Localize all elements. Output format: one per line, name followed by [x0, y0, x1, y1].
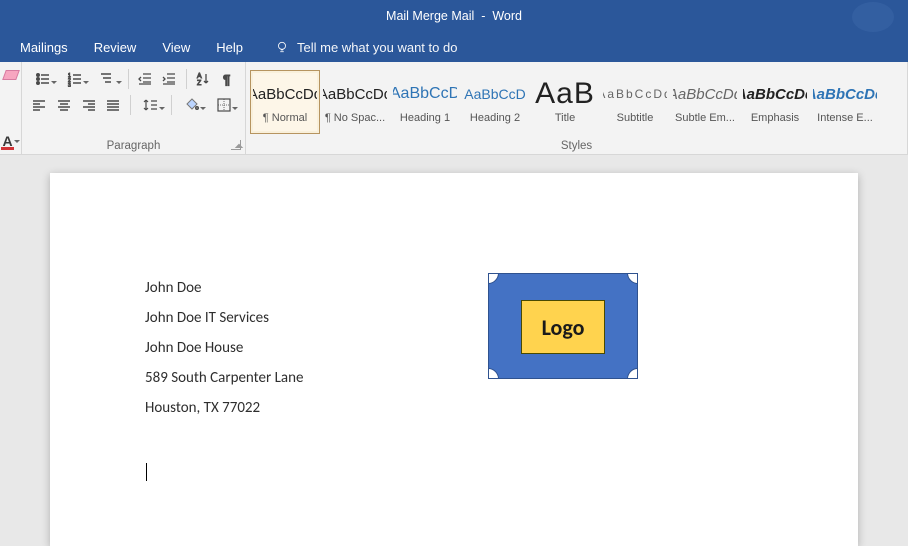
style-sample: AaB — [535, 80, 595, 108]
ribbon: A 123 — [0, 62, 908, 155]
dropdown-icon — [14, 140, 20, 146]
style-s-subtleem[interactable]: AaBbCcDd Subtle Em... — [670, 70, 740, 134]
tab-mailings[interactable]: Mailings — [8, 34, 80, 61]
style-sample: AaBbCcD — [393, 80, 457, 108]
logo-text-box[interactable]: Logo — [521, 300, 605, 354]
address-line[interactable]: Houston, TX 77022 — [145, 393, 858, 423]
document-workspace[interactable]: John Doe John Doe IT Services John Doe H… — [0, 155, 908, 546]
dropdown-icon — [159, 107, 165, 113]
paragraph-group: 123 AZ ¶ — [22, 62, 246, 155]
style-s-h1[interactable]: AaBbCcD Heading 1 — [390, 70, 460, 134]
multilevel-list-button[interactable] — [92, 68, 122, 90]
style-name: ¶ Normal — [263, 112, 307, 124]
style-sample: AaBbCcDd — [813, 80, 877, 108]
style-s-subtitle[interactable]: AaBbCcDd Subtitle — [600, 70, 670, 134]
clear-formatting-button[interactable] — [2, 66, 20, 84]
style-s-title[interactable]: AaB Title — [530, 70, 600, 134]
dropdown-icon — [232, 107, 238, 113]
dropdown-icon — [51, 81, 57, 87]
style-sample: AaBbCcD — [464, 80, 525, 108]
align-right-button[interactable] — [77, 94, 100, 116]
style-s-emphasis[interactable]: AaBbCcDd Emphasis — [740, 70, 810, 134]
svg-text:3: 3 — [68, 83, 71, 87]
style-sample: AaBbCcDd — [743, 80, 807, 108]
align-left-button[interactable] — [28, 94, 51, 116]
style-name: Heading 2 — [470, 112, 520, 124]
style-name: Intense E... — [817, 112, 873, 124]
borders-button[interactable] — [209, 94, 239, 116]
tab-review[interactable]: Review — [82, 34, 149, 61]
align-center-button[interactable] — [53, 94, 76, 116]
svg-text:¶: ¶ — [223, 72, 230, 87]
line-spacing-button[interactable] — [136, 94, 166, 116]
font-color-button[interactable]: A — [1, 132, 21, 152]
style-s-nospace[interactable]: AaBbCcDd ¶ No Spac... — [320, 70, 390, 134]
logo-shape[interactable]: Logo — [488, 273, 638, 379]
style-name: Subtle Em... — [675, 112, 735, 124]
styles-group: AaBbCcDd¶ NormalAaBbCcDd¶ No Spac...AaBb… — [246, 62, 908, 155]
svg-text:A: A — [197, 73, 202, 80]
style-sample: AaBbCcDd — [603, 80, 667, 108]
sort-button[interactable]: AZ — [192, 68, 215, 90]
dropdown-icon — [83, 81, 89, 87]
style-gallery[interactable]: AaBbCcDd¶ NormalAaBbCcDd¶ No Spac...AaBb… — [250, 66, 901, 134]
tell-me-placeholder: Tell me what you want to do — [297, 40, 457, 55]
lightbulb-icon — [275, 40, 289, 54]
style-s-intense[interactable]: AaBbCcDd Intense E... — [810, 70, 880, 134]
logo-text: Logo — [542, 314, 585, 341]
dropdown-icon — [116, 81, 122, 87]
style-sample: AaBbCcDd — [673, 80, 737, 108]
document-title: Mail Merge Mail - Word — [386, 9, 522, 23]
paragraph-dialog-launcher[interactable] — [231, 140, 241, 150]
style-s-h2[interactable]: AaBbCcD Heading 2 — [460, 70, 530, 134]
font-group-edge: A — [0, 62, 22, 155]
style-sample: AaBbCcDd — [323, 80, 387, 108]
numbering-button[interactable]: 123 — [60, 68, 90, 90]
paragraph-group-label: Paragraph — [22, 140, 245, 152]
text-cursor — [146, 463, 147, 481]
show-hide-marks-button[interactable]: ¶ — [216, 68, 239, 90]
style-name: Title — [555, 112, 575, 124]
style-s-normal[interactable]: AaBbCcDd ¶ Normal — [250, 70, 320, 134]
ribbon-tabs: Mailings Review View Help Tell me what y… — [0, 32, 908, 62]
decrease-indent-button[interactable] — [134, 68, 157, 90]
style-name: Subtitle — [617, 112, 654, 124]
document-page[interactable]: John Doe John Doe IT Services John Doe H… — [50, 173, 858, 546]
title-bar: Mail Merge Mail - Word — [0, 0, 908, 32]
styles-group-label: Styles — [246, 140, 907, 152]
account-avatar[interactable] — [852, 2, 894, 32]
bullets-button[interactable] — [28, 68, 58, 90]
dropdown-icon — [200, 107, 206, 113]
style-sample: AaBbCcDd — [253, 80, 317, 108]
increase-indent-button[interactable] — [158, 68, 181, 90]
style-name: Emphasis — [751, 112, 799, 124]
eraser-icon — [2, 68, 20, 82]
justify-button[interactable] — [102, 94, 125, 116]
style-name: Heading 1 — [400, 112, 450, 124]
tell-me-search[interactable]: Tell me what you want to do — [257, 40, 457, 55]
tab-help[interactable]: Help — [204, 34, 255, 61]
tab-view[interactable]: View — [150, 34, 202, 61]
shading-button[interactable] — [177, 94, 207, 116]
style-name: ¶ No Spac... — [325, 112, 385, 124]
font-color-icon: A — [1, 135, 13, 150]
svg-text:Z: Z — [197, 80, 202, 87]
